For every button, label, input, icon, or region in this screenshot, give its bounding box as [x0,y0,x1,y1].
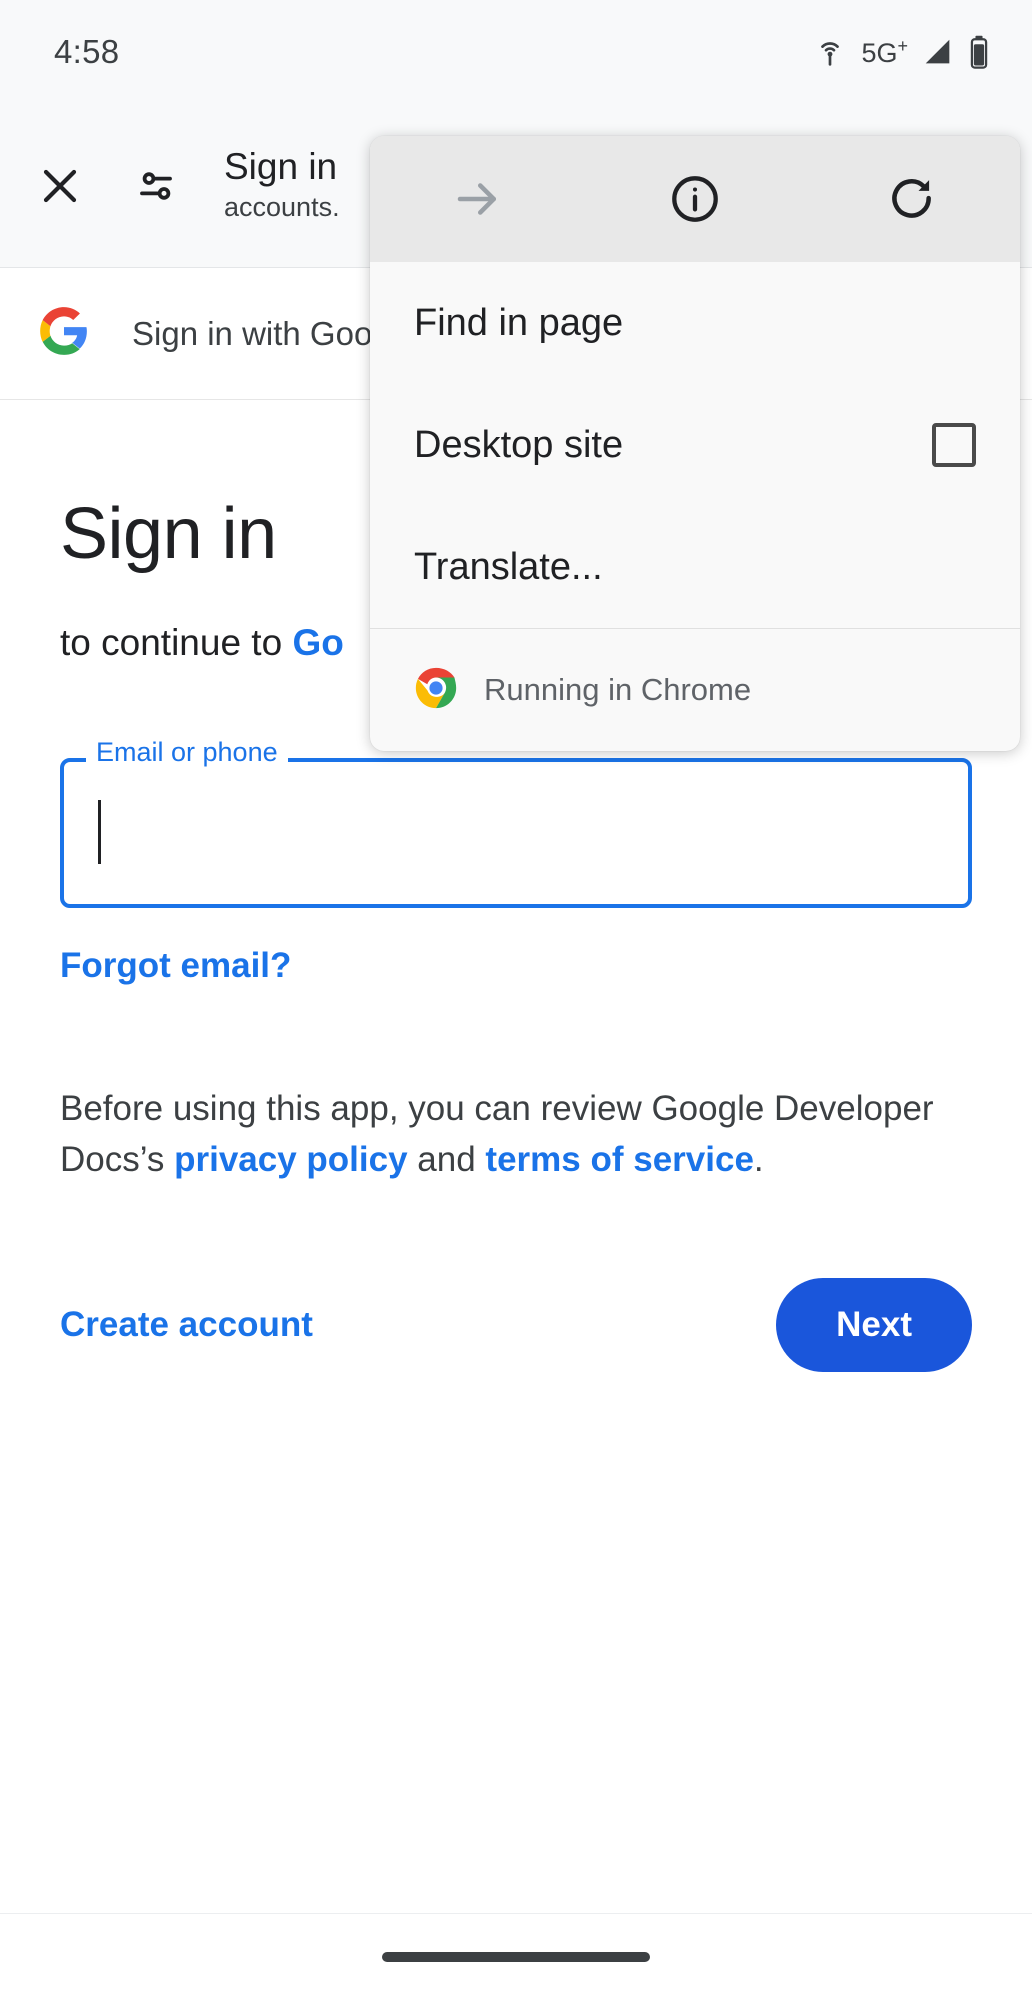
gesture-pill[interactable] [382,1951,650,1962]
subheadline-prefix: to continue to [60,622,293,663]
google-g-icon [38,305,90,362]
gesture-nav-bar [0,1913,1032,1999]
forgot-email-link[interactable]: Forgot email? [60,946,291,986]
menu-item-label: Translate... [414,545,603,588]
page-origin: accounts. [224,192,340,223]
create-account-link[interactable]: Create account [60,1305,313,1345]
menu-item-label: Find in page [414,301,624,344]
gsi-bar-label: Sign in with Goo [132,314,373,352]
menu-item-find-in-page[interactable]: Find in page [370,262,1020,384]
running-in-chrome-label: Running in Chrome [484,672,752,707]
menu-footer-running-in-chrome[interactable]: Running in Chrome [370,629,1020,751]
legal-text-3: . [753,1139,764,1179]
status-clock: 4:58 [54,33,120,70]
desktop-site-checkbox[interactable] [932,423,976,467]
menu-item-label: Desktop site [414,423,624,466]
network-type-label: 5G+ [861,36,908,68]
page-actions: Create account Next [60,1277,972,1372]
toolbar-titles: Sign in accounts. [224,146,340,226]
status-bar: 4:58 5G+ [0,0,1032,104]
tune-icon[interactable] [108,138,204,234]
menu-item-translate[interactable]: Translate... [370,506,1020,628]
menu-item-desktop-site[interactable]: Desktop site [370,384,1020,506]
email-field-wrapper[interactable]: Email or phone [60,739,972,908]
signal-icon [922,36,954,68]
menu-header-row [370,136,1020,262]
legal-disclaimer: Before using this app, you can review Go… [60,1084,965,1186]
email-field-outline [60,758,972,908]
close-icon[interactable] [12,138,108,234]
battery-icon [968,35,990,69]
app-name-link[interactable]: Go [292,622,343,663]
email-field-label: Email or phone [86,739,288,766]
legal-text-2: and [407,1139,486,1179]
text-caret [98,800,101,864]
chrome-overflow-menu: Find in page Desktop site Translate... R… [370,136,1020,751]
next-button[interactable]: Next [776,1277,972,1372]
privacy-policy-link[interactable]: privacy policy [174,1140,407,1179]
terms-of-service-link[interactable]: terms of service [485,1140,753,1179]
forward-arrow-icon[interactable] [370,136,587,262]
status-indicators: 5G+ [813,35,990,69]
page-info-icon[interactable] [587,136,804,262]
chrome-logo-icon [414,666,458,715]
page-title: Sign in [224,145,338,187]
hotspot-icon [813,35,847,69]
reload-icon[interactable] [803,136,1020,262]
phone-screen: 4:58 5G+ Sign in accounts. Sign in with … [0,0,1032,1999]
